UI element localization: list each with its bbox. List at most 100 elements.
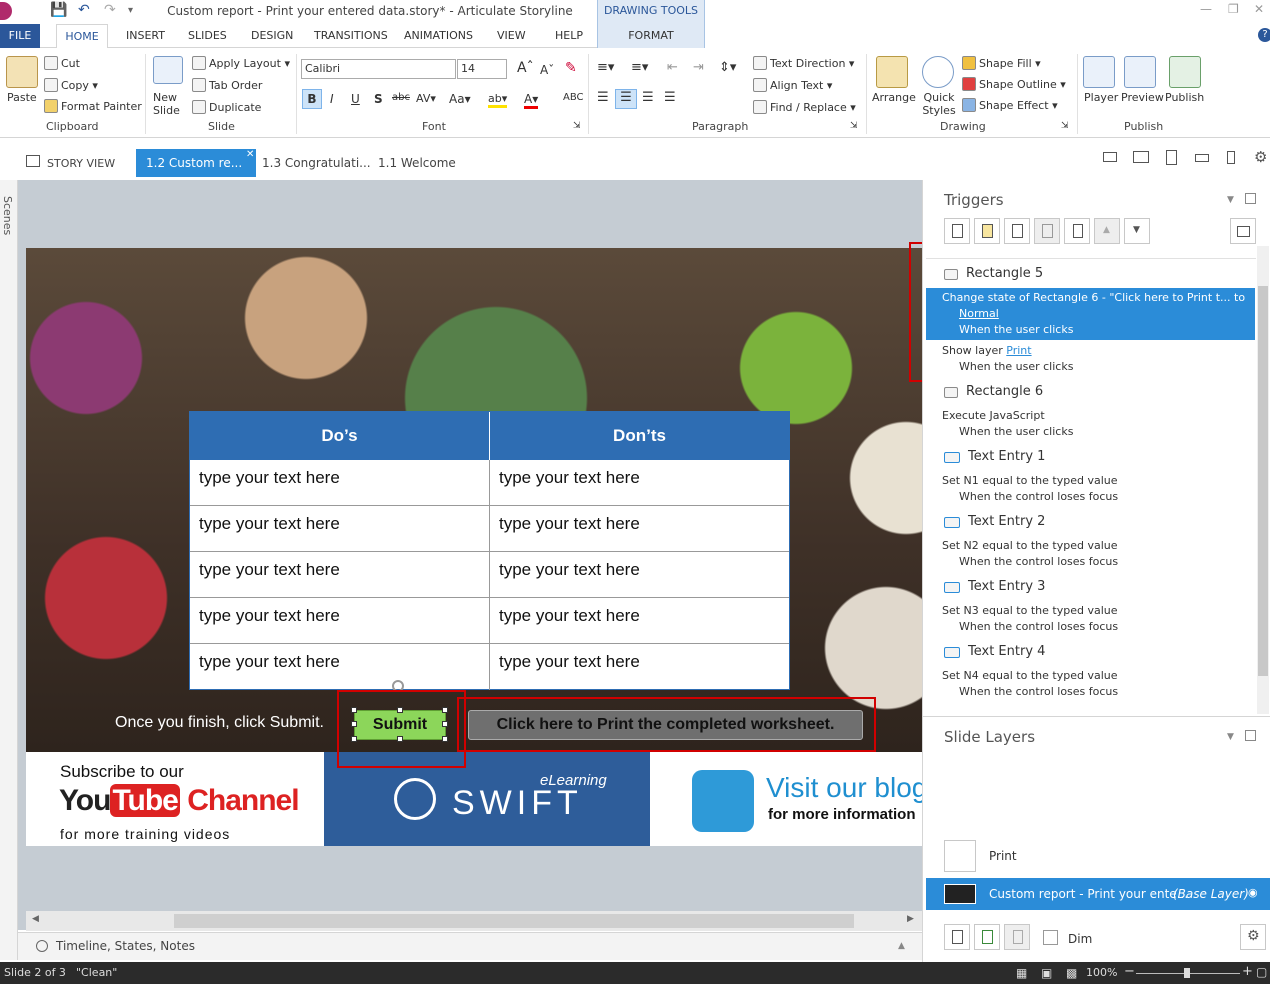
eye-icon[interactable]: ◉	[1248, 886, 1258, 899]
slide-sorter-icon[interactable]: ▣	[1041, 966, 1052, 980]
scroll-right-icon[interactable]: ▶	[907, 914, 914, 924]
cell-text-entry[interactable]: type your text here	[190, 598, 490, 644]
triggers-collapse-icon[interactable]: ▼	[1227, 195, 1234, 205]
shape-fill-button[interactable]: Shape Fill ▾	[962, 56, 1041, 70]
restore-icon[interactable]: ❐	[1228, 2, 1239, 16]
zoom-out-icon[interactable]: −	[1124, 964, 1135, 979]
help-icon[interactable]: ?	[1258, 28, 1270, 42]
shape-outline-button[interactable]: Shape Outline ▾	[962, 77, 1066, 91]
layer-print[interactable]: Print	[989, 849, 1017, 863]
trigger-object-text-entry-2[interactable]: Text Entry 2	[944, 514, 1045, 529]
cell-text-entry[interactable]: type your text here	[490, 598, 789, 644]
align-right-icon[interactable]: ☰	[642, 90, 654, 105]
tab-slide-1-3[interactable]: 1.3 Congratulati...	[262, 156, 371, 170]
shape-effect-button[interactable]: Shape Effect ▾	[962, 98, 1058, 112]
italic-icon[interactable]: I	[330, 92, 334, 106]
find-replace-button[interactable]: Find / Replace ▾	[753, 100, 856, 114]
publish-button[interactable]: Publish	[1165, 91, 1204, 104]
trigger-object-text-entry-3[interactable]: Text Entry 3	[944, 579, 1045, 594]
trigger-when[interactable]: When the control loses focus	[959, 620, 1118, 633]
paste-button[interactable]: Paste	[7, 91, 37, 104]
font-size-input[interactable]: 14	[457, 59, 507, 79]
cell-text-entry[interactable]: type your text here	[190, 552, 490, 598]
dim-checkbox[interactable]	[1043, 930, 1058, 945]
delete-trigger-button[interactable]	[1064, 218, 1090, 244]
tab-slide-1-2[interactable]: 1.2 Custom re...	[136, 149, 256, 177]
trigger-object-rectangle-5[interactable]: Rectangle 5	[944, 266, 1043, 281]
tab-slides[interactable]: SLIDES	[188, 29, 227, 42]
trigger-window-button[interactable]	[1230, 218, 1256, 244]
highlight-icon[interactable]: ab▾	[488, 92, 508, 108]
timeline-states-notes-label[interactable]: Timeline, States, Notes	[56, 939, 195, 953]
new-slide-button[interactable]: New Slide	[153, 91, 193, 117]
grow-font-icon[interactable]: Aˆ	[517, 60, 534, 76]
preview-button[interactable]: Preview	[1121, 91, 1164, 104]
delete-layer-button[interactable]	[1004, 924, 1030, 950]
view-phone-portrait-icon[interactable]	[1227, 151, 1235, 164]
expand-timeline-icon[interactable]: ▲	[898, 941, 905, 951]
trigger-change-state[interactable]: Change state of Rectangle 6 - "Click her…	[942, 291, 1245, 304]
cut-button[interactable]: Cut	[44, 56, 80, 70]
move-trigger-down-button[interactable]: ▼	[1124, 218, 1150, 244]
trigger-when[interactable]: When the user clicks	[959, 360, 1073, 373]
trigger-when[interactable]: When the user clicks	[959, 425, 1073, 438]
trigger-set-n4[interactable]: Set N4 equal to the typed value	[942, 669, 1117, 682]
layers-float-icon[interactable]	[1245, 730, 1256, 741]
trigger-set-n1[interactable]: Set N1 equal to the typed value	[942, 474, 1117, 487]
trigger-set-n2[interactable]: Set N2 equal to the typed value	[942, 539, 1117, 552]
trigger-execute-javascript[interactable]: Execute JavaScript	[942, 409, 1045, 422]
font-family-input[interactable]: Calibri	[301, 59, 456, 79]
duplicate-layer-button[interactable]	[974, 924, 1000, 950]
tab-file[interactable]: FILE	[0, 24, 40, 48]
player-icon[interactable]	[1083, 56, 1115, 88]
trigger-show-layer[interactable]: Show layer Print	[942, 344, 1032, 357]
strikethrough-icon[interactable]: abc	[392, 92, 410, 103]
view-desktop-icon[interactable]	[1103, 152, 1117, 162]
tab-animations[interactable]: ANIMATIONS	[404, 29, 473, 42]
new-layer-button[interactable]	[944, 924, 970, 950]
trigger-when[interactable]: When the control loses focus	[959, 685, 1118, 698]
quick-styles-icon[interactable]	[922, 56, 954, 88]
view-tablet-portrait-icon[interactable]	[1166, 150, 1177, 165]
triggers-float-icon[interactable]	[1245, 193, 1256, 204]
trigger-set-n3[interactable]: Set N3 equal to the typed value	[942, 604, 1117, 617]
change-case-icon[interactable]: Aa▾	[449, 92, 471, 106]
font-color-icon[interactable]: A▾	[524, 92, 539, 109]
fit-icon[interactable]: ▩	[1066, 966, 1077, 980]
tab-format[interactable]: FORMAT	[598, 29, 704, 42]
arrange-icon[interactable]	[876, 56, 908, 88]
trigger-object-text-entry-4[interactable]: Text Entry 4	[944, 644, 1045, 659]
character-spacing-icon[interactable]: AV▾	[416, 92, 436, 105]
apply-layout-button[interactable]: Apply Layout ▾	[192, 56, 290, 70]
tab-help[interactable]: HELP	[555, 29, 583, 42]
zoom-in-icon[interactable]: +	[1242, 964, 1253, 979]
zoom-slider-thumb[interactable]	[1184, 968, 1190, 978]
paste-trigger-button[interactable]	[1034, 218, 1060, 244]
trigger-link-print[interactable]: Print	[1006, 344, 1031, 357]
line-spacing-icon[interactable]: ⇕▾	[719, 60, 736, 75]
print-layer-thumbnail[interactable]	[944, 840, 976, 872]
youtube-banner[interactable]: Subscribe to our YouTube Channel for mor…	[26, 752, 324, 846]
trigger-when[interactable]: When the user clicks	[959, 323, 1073, 336]
layer-properties-button[interactable]: ⚙	[1240, 924, 1266, 950]
align-left-icon[interactable]: ☰	[597, 90, 609, 105]
copy-button[interactable]: Copy ▾	[44, 78, 98, 92]
normal-view-icon[interactable]: ▦	[1016, 966, 1027, 980]
spell-check-icon[interactable]: ABC	[563, 92, 584, 103]
quick-styles-button[interactable]: Quick Styles	[919, 91, 959, 117]
layers-collapse-icon[interactable]: ▼	[1227, 732, 1234, 742]
cell-text-entry[interactable]: type your text here	[490, 460, 789, 506]
close-tab-icon[interactable]: ✕	[246, 149, 254, 160]
base-layer-name[interactable]: Custom report - Print your ente...	[989, 887, 1188, 901]
zoom-level[interactable]: 100%	[1086, 966, 1117, 979]
triggers-scroll-thumb[interactable]	[1258, 286, 1268, 676]
settings-gear-icon[interactable]: ⚙	[1254, 148, 1267, 166]
close-icon[interactable]: ✕	[1254, 2, 1264, 16]
tab-design[interactable]: DESIGN	[251, 29, 293, 42]
tab-view[interactable]: VIEW	[497, 29, 526, 42]
cell-text-entry[interactable]: type your text here	[190, 460, 490, 506]
cell-text-entry[interactable]: type your text here	[490, 506, 789, 552]
bold-icon[interactable]: B	[302, 89, 322, 109]
tab-story-view[interactable]: STORY VIEW	[47, 157, 115, 170]
tab-slide-1-1[interactable]: 1.1 Welcome	[378, 156, 456, 170]
